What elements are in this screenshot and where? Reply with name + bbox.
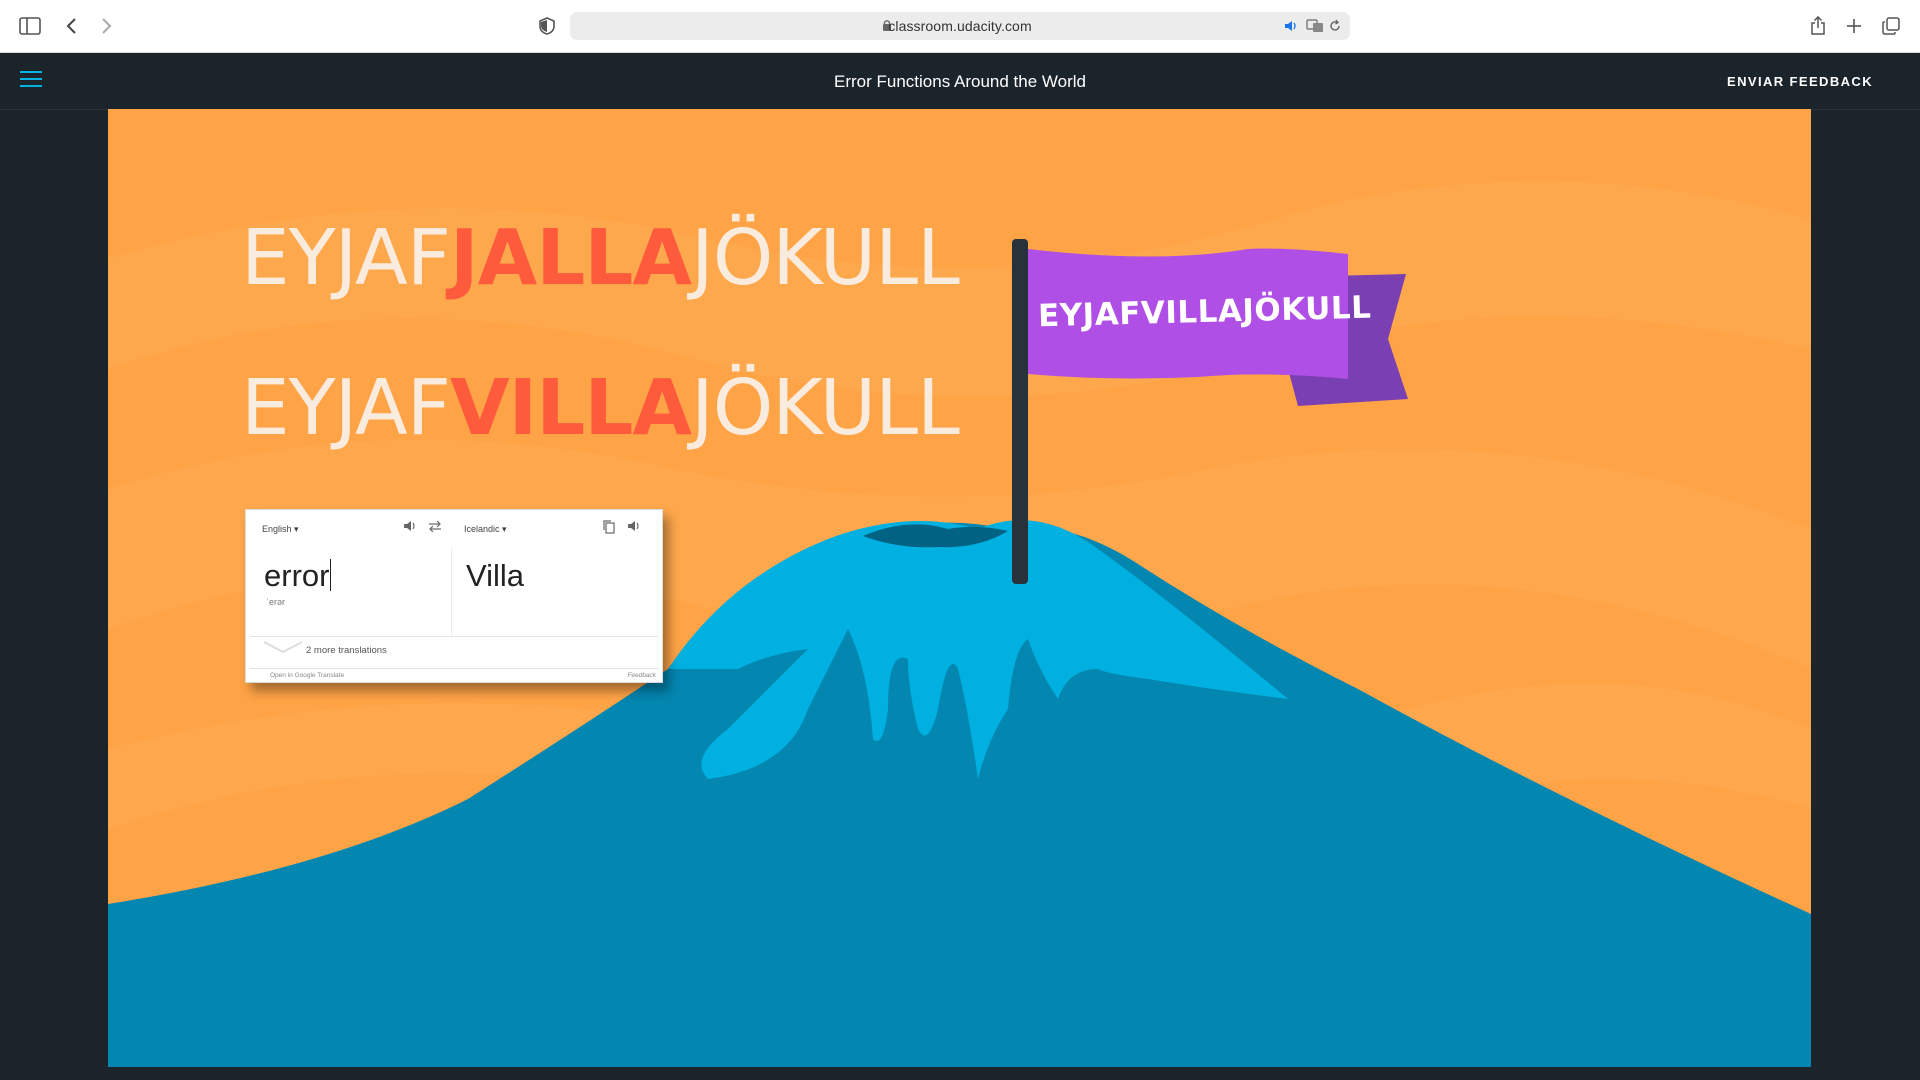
word1-highlight: JALLA	[450, 214, 692, 303]
address-bar[interactable]: classroom.udacity.com	[570, 12, 1350, 40]
source-speaker-icon	[404, 521, 415, 531]
translated-text: Villa	[466, 558, 525, 593]
new-tab-icon[interactable]	[1840, 12, 1868, 40]
reload-icon[interactable]	[1328, 19, 1342, 33]
word2-prefix: EYJAF	[241, 364, 451, 453]
word2-highlight: VILLA	[450, 364, 692, 453]
phonetic-text: ˈerər	[266, 597, 286, 607]
app-header: Error Functions Around the World ENVIAR …	[0, 53, 1920, 110]
word2-suffix: JÖKULL	[690, 364, 960, 453]
card-footer-divider	[250, 668, 658, 669]
target-language-select: Icelandic ▾	[464, 524, 507, 534]
sidebar-toggle-icon[interactable]	[16, 12, 44, 40]
card-divider	[451, 548, 452, 636]
lesson-title: Error Functions Around the World	[834, 72, 1086, 91]
copy-icon	[603, 520, 615, 534]
card-feedback-link: Feedback	[627, 672, 656, 679]
speaker-icon[interactable]	[1284, 20, 1298, 32]
more-translations-label: 2 more translations	[306, 645, 387, 656]
back-icon[interactable]	[58, 12, 86, 40]
word1-prefix: EYJAF	[241, 214, 451, 303]
chevron-down-icon	[263, 641, 303, 654]
url-text: classroom.udacity.com	[888, 18, 1032, 34]
send-feedback-button[interactable]: ENVIAR FEEDBACK	[1727, 74, 1873, 89]
share-icon[interactable]	[1804, 12, 1832, 40]
word-eyjafvillajokull: EYJAFVILLAJÖKULL	[241, 364, 960, 453]
source-text: error	[264, 558, 332, 593]
privacy-shield-icon[interactable]	[533, 12, 561, 40]
tab-overview-icon[interactable]	[1877, 12, 1905, 40]
more-translations-row: 2 more translations	[250, 636, 658, 665]
word1-suffix: JÖKULL	[690, 214, 960, 303]
google-translate-card: English ▾ Icelandic ▾ error ˈerər Villa …	[245, 509, 663, 683]
source-language-select: English ▾	[262, 524, 299, 534]
video-player[interactable]: EYJAFJALLAJÖKULL EYJAFVILLAJÖKULL EYJAFV…	[108, 109, 1811, 1067]
swap-languages-icon	[429, 520, 441, 532]
translate-icon[interactable]	[1306, 19, 1324, 33]
browser-toolbar: classroom.udacity.com	[0, 0, 1920, 53]
word-eyjafjallajokull: EYJAFJALLAJÖKULL	[241, 214, 960, 303]
open-in-google-translate-link: Open in Google Translate	[270, 672, 345, 679]
forward-icon[interactable]	[92, 12, 120, 40]
target-speaker-icon	[628, 521, 639, 531]
